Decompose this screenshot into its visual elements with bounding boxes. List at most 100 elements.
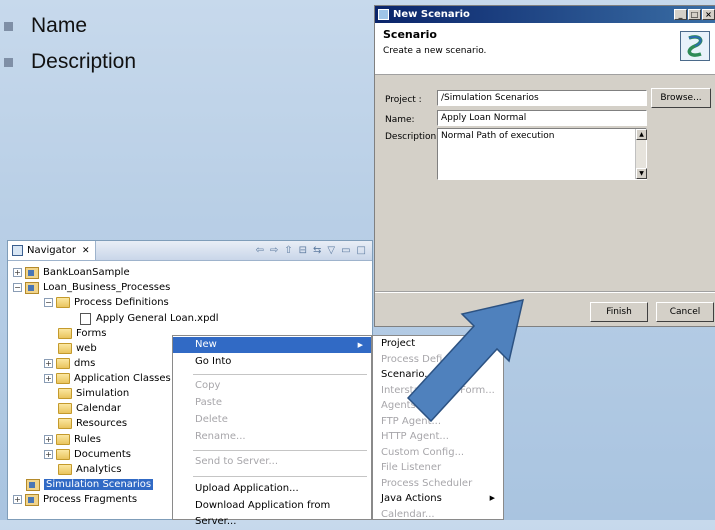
view-menu-icon[interactable]: ▽ (327, 245, 335, 256)
collapse-icon[interactable]: − (44, 298, 53, 307)
name-field[interactable]: Apply Loan Normal (437, 110, 647, 126)
menu-item-label: Copy (195, 380, 221, 391)
tree-item[interactable]: + Rules (44, 432, 101, 447)
tree-item[interactable]: + dms (44, 356, 95, 371)
scroll-down-icon[interactable]: ▼ (636, 168, 647, 179)
minimize-view-icon[interactable]: ▭ (341, 245, 350, 256)
menu-item-label: Upload Application... (195, 483, 299, 494)
menu-item-label: Rename... (195, 431, 246, 442)
slide-bullets: Name Description (0, 8, 136, 80)
submenu-item-custom-config[interactable]: Custom Config... (373, 445, 503, 461)
submenu-item-java-actions[interactable]: Java Actions ▶ (373, 491, 503, 507)
expand-icon[interactable]: + (13, 495, 22, 504)
minimize-button[interactable]: _ (674, 9, 687, 20)
tree-item[interactable]: Forms (58, 326, 106, 341)
tab-navigator[interactable]: Navigator ✕ (8, 241, 97, 260)
submenu-arrow-icon: ▶ (357, 341, 363, 349)
menu-item-label: Send to Server... (195, 456, 278, 467)
submenu-item-ftp-agent[interactable]: FTP Agent... (373, 414, 503, 430)
finish-button[interactable]: Finish (590, 302, 648, 322)
expand-icon[interactable]: + (44, 450, 53, 459)
collapse-icon[interactable]: − (13, 283, 22, 292)
menu-item-paste[interactable]: Paste (173, 395, 371, 411)
menu-item-delete[interactable]: Delete (173, 412, 371, 428)
folder-icon (56, 297, 70, 308)
description-field[interactable]: Normal Path of execution ▲ ▼ (437, 128, 647, 180)
tree-item[interactable]: Analytics (58, 462, 121, 477)
tree-item[interactable]: + Process Fragments (13, 492, 137, 507)
project-icon (26, 478, 40, 491)
expand-icon[interactable]: + (44, 359, 53, 368)
submenu-item-file-listener[interactable]: File Listener (373, 460, 503, 476)
submenu-item-label: FTP Agent... (381, 415, 442, 427)
menu-separator (193, 374, 367, 375)
dialog-header-title: Scenario (383, 28, 437, 41)
navigator-tabbar: Navigator ✕ ⇦ ⇨ ⇧ ⊟ ⇆ ▽ ▭ □ (8, 241, 372, 261)
scroll-up-icon[interactable]: ▲ (636, 129, 647, 140)
expand-icon[interactable]: + (13, 268, 22, 277)
xpdl-file-icon (80, 312, 91, 325)
name-label: Name: (385, 115, 415, 125)
submenu-item-http-agent[interactable]: HTTP Agent... (373, 429, 503, 445)
description-value: Normal Path of execution (441, 131, 555, 141)
submenu-item-process-scheduler[interactable]: Process Scheduler (373, 476, 503, 492)
browse-label: Browse... (660, 93, 702, 103)
bullet-text: Description (31, 50, 137, 73)
menu-item-label: Go Into (195, 356, 232, 367)
dialog-title-bar[interactable]: New Scenario _ □ × (375, 6, 715, 23)
finish-label: Finish (606, 307, 632, 317)
menu-item-copy[interactable]: Copy (173, 378, 371, 394)
submenu-item-project[interactable]: Project ▶ (373, 336, 503, 352)
up-icon[interactable]: ⇧ (284, 245, 292, 256)
link-editor-icon[interactable]: ⇆ (313, 245, 321, 256)
menu-item-download-application[interactable]: Download Application from Server... (173, 498, 371, 527)
expand-icon[interactable]: + (44, 374, 53, 383)
project-field[interactable]: /Simulation Scenarios (437, 90, 647, 106)
collapse-all-icon[interactable]: ⊟ (299, 245, 307, 256)
tree-item[interactable]: + Application Classes (44, 371, 171, 386)
menu-item-upload-application[interactable]: Upload Application... (173, 481, 371, 497)
submenu-arrow-icon: ▶ (489, 494, 495, 502)
menu-item-new[interactable]: New ▶ (173, 337, 371, 353)
forward-icon[interactable]: ⇨ (270, 245, 278, 256)
menu-item-send-to-server[interactable]: Send to Server... (173, 454, 371, 470)
tree-item-selected[interactable]: Simulation Scenarios (26, 477, 154, 492)
submenu-item-label: Agents (381, 400, 416, 411)
menu-item-label: Paste (195, 397, 222, 408)
menu-item-label: New (195, 339, 217, 350)
submenu-item-agents[interactable]: Agents (373, 398, 503, 414)
expand-icon[interactable]: + (44, 435, 53, 444)
menu-item-go-into[interactable]: Go Into (173, 354, 371, 370)
tree-item[interactable]: web (58, 341, 97, 356)
tree-item[interactable]: Simulation (58, 386, 129, 401)
submenu-item-process-definition[interactable]: Process Defi (373, 352, 503, 368)
submenu-item-scenario[interactable]: Scenario... (373, 367, 503, 383)
tree-item[interactable]: + Documents (44, 447, 131, 462)
maximize-view-icon[interactable]: □ (357, 245, 366, 256)
cancel-button[interactable]: Cancel (656, 302, 714, 322)
description-scrollbar[interactable]: ▲ ▼ (635, 129, 647, 179)
tree-item-label: BankLoanSample (43, 267, 130, 278)
folder-icon (58, 418, 72, 429)
tree-item[interactable]: − Loan_Business_Processes (13, 280, 170, 295)
folder-icon (58, 343, 72, 354)
maximize-button[interactable]: □ (688, 9, 701, 20)
close-button[interactable]: × (702, 9, 715, 20)
menu-item-rename[interactable]: Rename... (173, 429, 371, 445)
back-icon[interactable]: ⇦ (255, 245, 263, 256)
context-menu: New ▶ Go Into Copy Paste Delete Rename...… (172, 335, 372, 527)
tree-item[interactable]: Apply General Loan.xpdl (80, 311, 219, 326)
tree-item[interactable]: + BankLoanSample (13, 265, 130, 280)
app-icon (378, 9, 389, 20)
description-label: Description: (385, 132, 440, 142)
submenu-item-bpm-form[interactable]: Interstage BPM Form... (373, 383, 503, 399)
menu-item-label: Download Application from Server... (195, 500, 331, 527)
bullet-square-icon (4, 57, 13, 67)
tree-item-label: Resources (76, 418, 128, 429)
close-tab-icon[interactable]: ✕ (82, 246, 90, 256)
tree-item[interactable]: Resources (58, 416, 127, 431)
dialog-separator (375, 291, 715, 293)
tree-item[interactable]: − Process Definitions (44, 295, 169, 310)
browse-button[interactable]: Browse... (651, 88, 711, 108)
tree-item[interactable]: Calendar (58, 401, 121, 416)
